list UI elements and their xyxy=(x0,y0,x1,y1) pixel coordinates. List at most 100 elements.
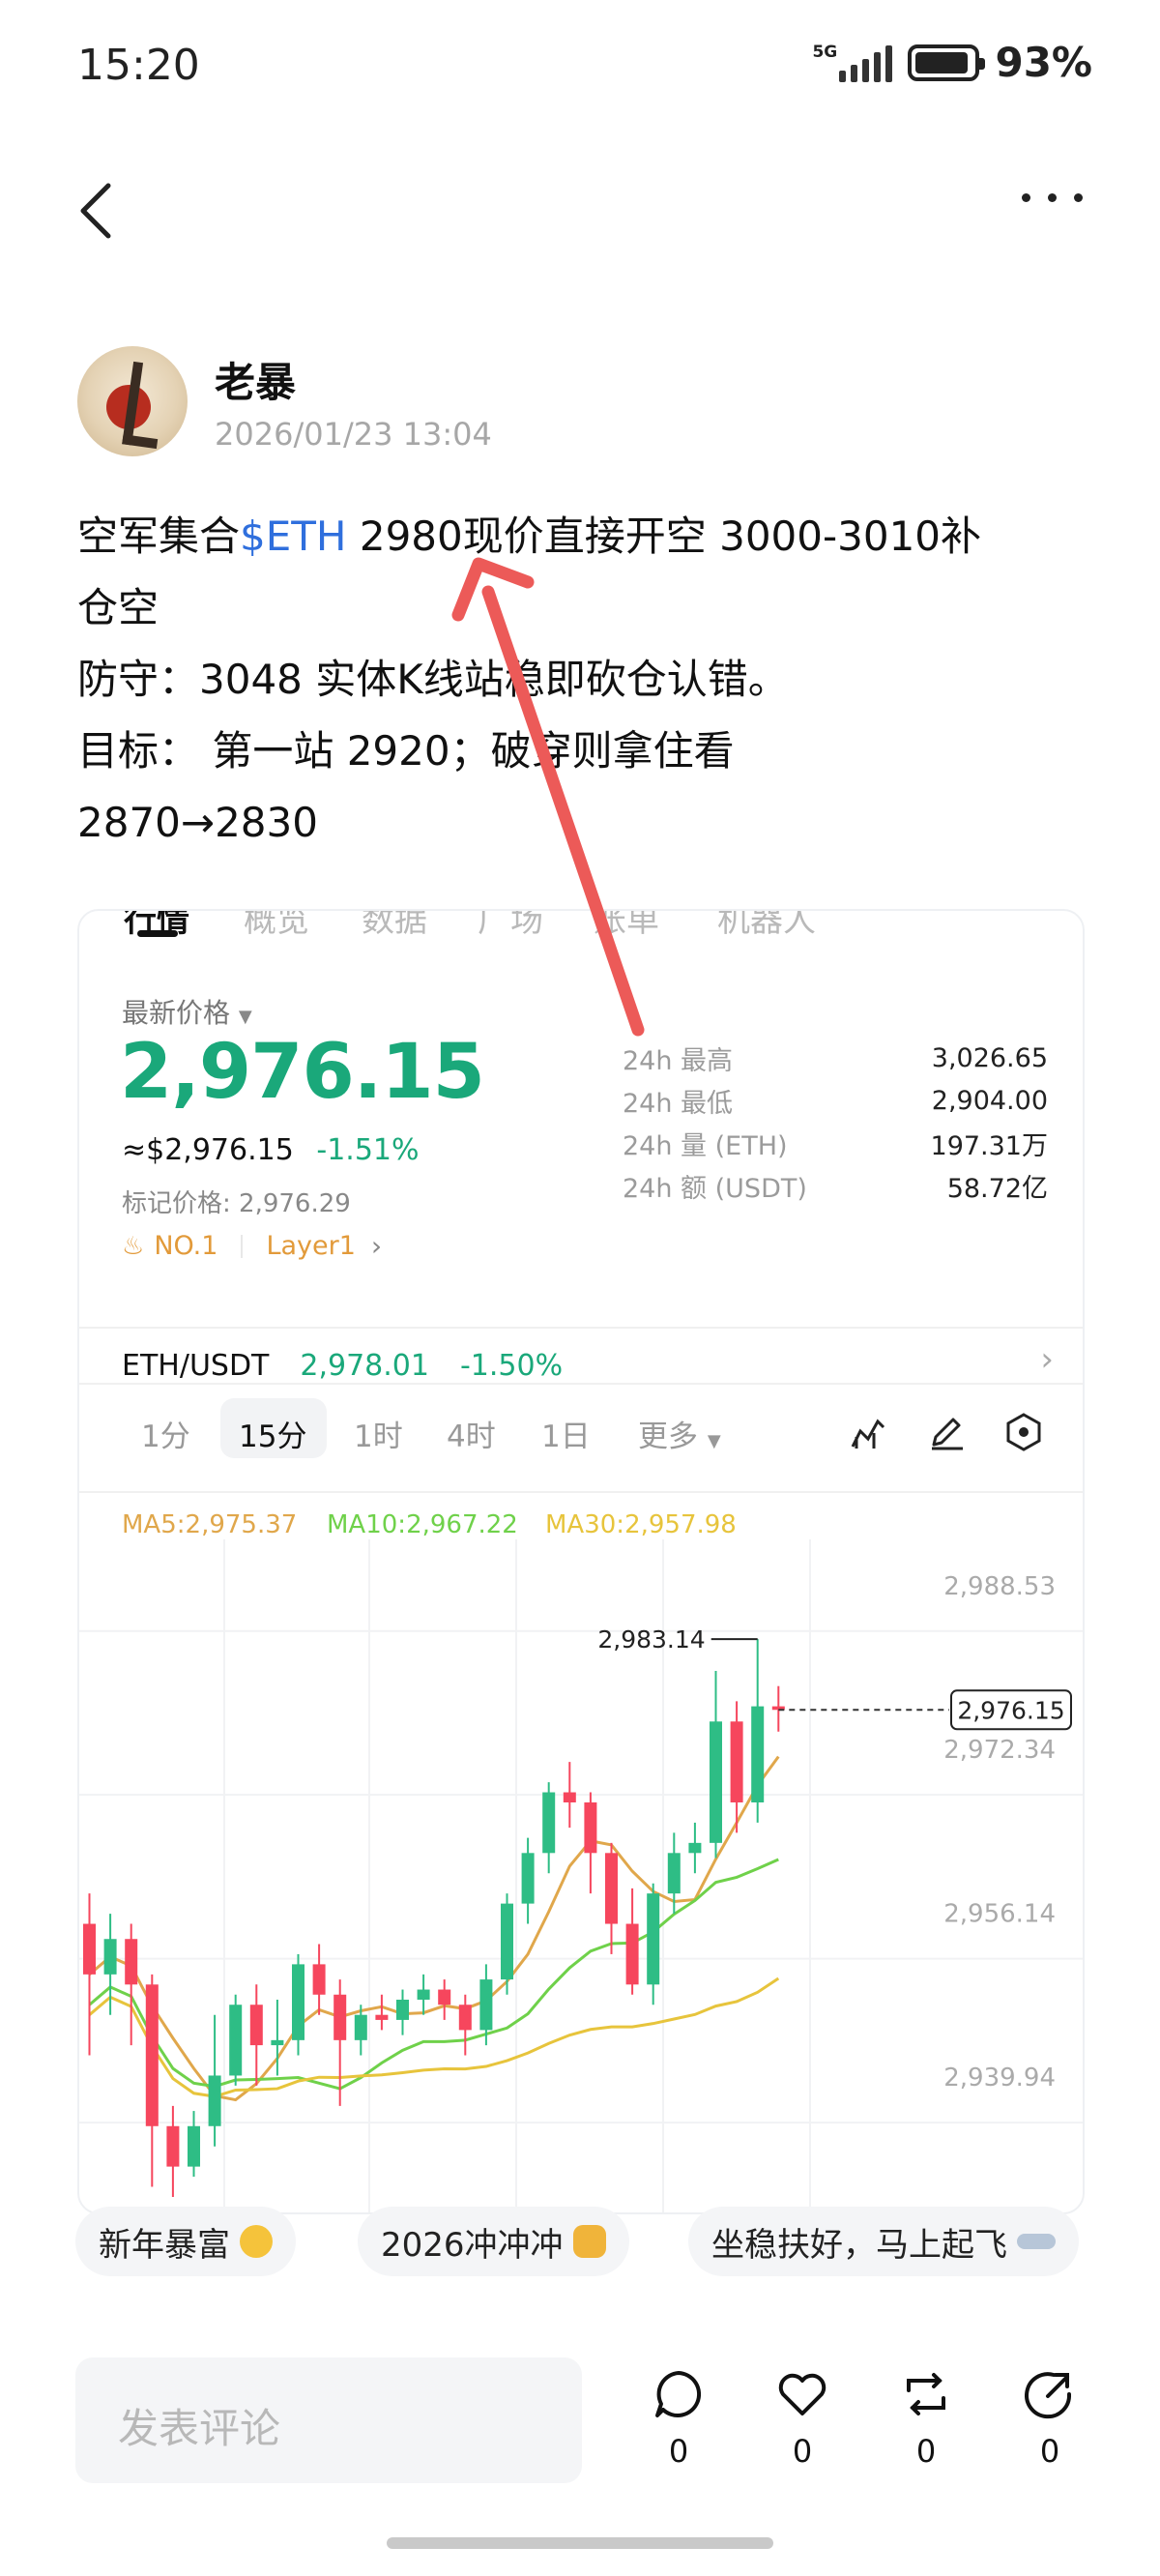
candle xyxy=(396,2000,409,2020)
tab-data[interactable]: 数据 xyxy=(362,911,427,941)
comment-action[interactable]: 0 xyxy=(640,2367,717,2470)
stats-24h: 24h 最高 3,026.65 24h 最低 2,904.00 24h 量 (ETH) 1… xyxy=(623,1037,1048,1207)
category-tag: Layer1 xyxy=(266,1231,356,1261)
candle xyxy=(521,1853,535,1904)
pair-price: 2,978.01 xyxy=(300,1349,429,1383)
tab-overview[interactable]: 概览 xyxy=(244,911,309,941)
ma30-line xyxy=(88,1976,780,2098)
stat-value: 58.72亿 xyxy=(946,1173,1048,1204)
mark-price: 标记价格: 2,976.29 xyxy=(122,1189,351,1218)
tab-square[interactable]: 广场 xyxy=(478,911,543,941)
reaction-chip-3[interactable]: 坐稳扶好，马上起飞 xyxy=(688,2207,1079,2276)
candle xyxy=(710,1721,722,1843)
draw-pen-icon[interactable] xyxy=(926,1412,967,1452)
tf-more[interactable]: 更多 ▼ xyxy=(638,1412,721,1455)
post-line-1: 空军集合$ETH 2980现价直接开空 3000-3010补 xyxy=(77,512,982,560)
tab-bots[interactable]: 机器人 xyxy=(717,911,816,941)
repost-action[interactable]: 0 xyxy=(887,2367,965,2470)
tf-15min[interactable]: 15分 xyxy=(239,1412,306,1455)
market-card[interactable]: 行情 概览 数据 广场 账单 机器人 最新价格 ▼ 2,976.15 ≈$2,9… xyxy=(77,909,1085,2214)
candle xyxy=(83,1923,96,1975)
stat-value: 197.31万 xyxy=(930,1130,1048,1161)
candle xyxy=(458,2005,472,2031)
back-icon[interactable] xyxy=(75,182,116,240)
usd-price: ≈$2,976.15 -1.51% xyxy=(122,1133,420,1167)
candle xyxy=(249,2005,263,2046)
network-label: 5G xyxy=(812,42,838,62)
post-line-4: 目标： 第一站 2920；破穿则拿住看 xyxy=(77,727,735,775)
ma30-label: MA30:2,957.98 xyxy=(545,1510,737,1539)
repost-icon xyxy=(907,2373,945,2415)
tab-bills[interactable]: 账单 xyxy=(594,911,659,941)
tf-1min[interactable]: 1分 xyxy=(141,1412,190,1455)
flame-icon: ♨ xyxy=(122,1231,145,1261)
price-change: -1.51% xyxy=(316,1133,420,1167)
candle xyxy=(166,2125,180,2167)
pair-row[interactable]: ETH/USDT 2,978.01 -1.50% xyxy=(122,1349,563,1383)
indicator-icon[interactable] xyxy=(849,1414,887,1452)
post-line-5: 2870→2830 xyxy=(77,799,318,846)
stat-label: 24h 最低 xyxy=(623,1088,734,1119)
reaction-chip-1[interactable]: 新年暴富 xyxy=(75,2207,296,2276)
battery-icon xyxy=(908,44,986,81)
share-icon xyxy=(1025,2372,1072,2419)
latest-price-label[interactable]: 最新价格 ▼ xyxy=(122,992,252,1031)
ma5-label: MA5:2,975.37 xyxy=(122,1510,298,1539)
y-axis-label: 2,972.34 xyxy=(943,1736,1056,1765)
stat-value: 2,904.00 xyxy=(931,1085,1048,1116)
candle xyxy=(438,1989,451,2005)
ticker-link[interactable]: $ETH xyxy=(240,512,347,560)
candle xyxy=(229,2005,243,2076)
tf-1day[interactable]: 1日 xyxy=(541,1412,591,1455)
active-tab-indicator xyxy=(137,930,178,937)
candle xyxy=(125,1939,138,1985)
candle xyxy=(605,1853,618,1924)
candle xyxy=(271,2039,284,2046)
home-indicator[interactable] xyxy=(387,2537,773,2549)
avatar[interactable] xyxy=(77,346,188,456)
ma10-line xyxy=(88,1858,779,2091)
stat-value: 3,026.65 xyxy=(931,1042,1048,1073)
status-icons: 5G 93% xyxy=(812,39,1092,86)
pair-name: ETH/USDT xyxy=(122,1349,270,1383)
post-body: 空军集合$ETH 2980现价直接开空 3000-3010补 仓空 防守：304… xyxy=(77,501,1102,859)
signal-icon: 5G xyxy=(812,42,893,82)
candle xyxy=(667,1853,681,1894)
market-tabs: 行情 概览 数据 广场 账单 机器人 xyxy=(79,911,1083,951)
stat-row: 24h 额 (USDT) 58.72亿 xyxy=(623,1164,1048,1207)
post-line-2: 仓空 xyxy=(77,584,160,631)
settings-hexagon-icon[interactable] xyxy=(1003,1412,1044,1452)
candle xyxy=(354,2014,367,2040)
like-action[interactable]: 0 xyxy=(764,2367,841,2470)
candle xyxy=(584,1802,597,1854)
comment-icon xyxy=(655,2371,702,2417)
pair-change: -1.50% xyxy=(459,1349,564,1383)
candlestick-chart[interactable]: 2,988.53 2,972.34 2,956.14 2,939.94 2,983.14… xyxy=(79,1539,1085,2214)
battery-percent: 93% xyxy=(995,39,1092,86)
candle xyxy=(188,2125,200,2167)
candle xyxy=(751,1706,765,1802)
share-action[interactable]: 0 xyxy=(1011,2367,1088,2470)
tf-4hour[interactable]: 4时 xyxy=(447,1412,496,1455)
candle xyxy=(625,1923,639,1985)
latest-price: 2,976.15 xyxy=(120,1029,485,1116)
candle xyxy=(208,2075,221,2126)
candle xyxy=(563,1792,576,1802)
candle xyxy=(375,2014,389,2020)
ma5-line xyxy=(88,1755,780,2102)
more-options-icon[interactable] xyxy=(1022,193,1083,202)
stat-label: 24h 最高 xyxy=(623,1045,734,1076)
author-name[interactable]: 老暴 xyxy=(215,350,296,409)
stat-row: 24h 量 (ETH) 197.31万 xyxy=(623,1122,1048,1164)
stat-label: 24h 量 (ETH) xyxy=(623,1130,788,1161)
tf-1hour[interactable]: 1时 xyxy=(354,1412,403,1455)
money-face-icon xyxy=(240,2225,273,2258)
token-tags[interactable]: ♨ NO.1 Layer1 › xyxy=(122,1230,382,1262)
reaction-chip-2[interactable]: 2026冲冲冲 xyxy=(358,2207,629,2276)
candle xyxy=(312,1964,326,1995)
y-axis-label: 2,956.14 xyxy=(943,1900,1056,1929)
candle xyxy=(334,1994,347,2040)
candle xyxy=(417,1989,430,2000)
chevron-right-icon[interactable]: › xyxy=(1040,1340,1054,1379)
comment-input[interactable]: 发表评论 xyxy=(75,2357,582,2483)
